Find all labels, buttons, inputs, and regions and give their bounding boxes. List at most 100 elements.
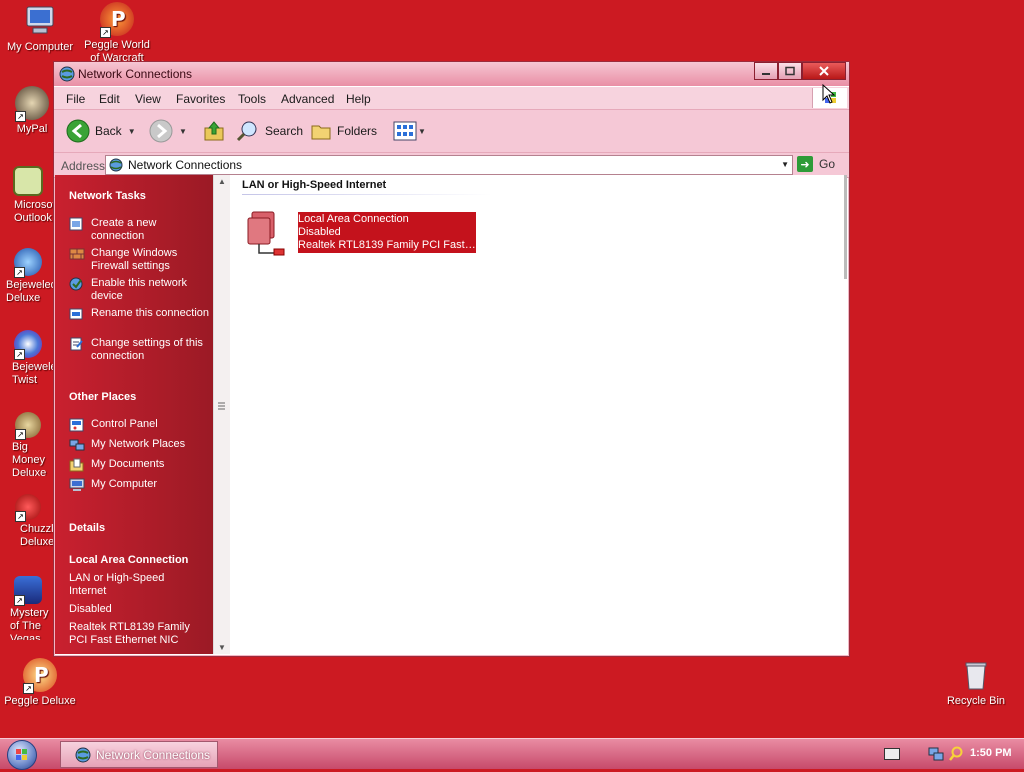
chevron-down-icon[interactable]: ▼	[418, 127, 426, 136]
place-label: My Computer	[91, 478, 158, 490]
lan-connection-icon[interactable]	[244, 208, 292, 256]
folders-button[interactable]: Folders	[310, 119, 377, 143]
maximize-button[interactable]	[778, 62, 802, 80]
menu-advanced[interactable]: Advanced	[281, 92, 334, 106]
go-label: Go	[819, 157, 836, 171]
group-header: LAN or High-Speed Internet	[242, 179, 387, 191]
address-value: Network Connections	[128, 158, 243, 172]
shortcut-arrow-icon: ↗	[14, 349, 25, 360]
control-panel-icon	[69, 418, 84, 432]
clock[interactable]: 1:50 PM	[970, 747, 1012, 759]
shortcut-arrow-icon: ↗	[14, 595, 25, 606]
desktop-icon-label: Mystery of The Vegas	[10, 607, 49, 640]
scroll-down-icon[interactable]: ▼	[218, 643, 226, 652]
toolbar: Back ▼ ▼ Search Folders ▼	[54, 110, 849, 153]
shortcut-arrow-icon: ↗	[15, 511, 26, 522]
taskbar-button-label: Network Connections	[96, 747, 211, 762]
shortcut-arrow-icon: ↗	[15, 111, 26, 122]
restore-icon	[785, 66, 795, 76]
go-arrow-icon: ➜	[797, 156, 813, 172]
desktop-icon-peggle-deluxe[interactable]: P ↗ Peggle Deluxe	[1, 658, 79, 708]
desktop-icon-label: Bejeweled Twist	[12, 361, 56, 386]
shortcut-arrow-icon: ↗	[15, 429, 26, 440]
task-label: Rename this connection	[91, 307, 210, 319]
peggle-icon: P ↗	[100, 2, 134, 38]
desktop-icon-label: Chuzzle Deluxe	[20, 523, 56, 548]
system-tray: 1:50 PM	[864, 739, 1024, 769]
network-status-icon[interactable]	[928, 746, 944, 762]
local-area-connection-item[interactable]: Local Area Connection Disabled Realtek R…	[298, 212, 476, 253]
chevron-down-icon[interactable]: ▼	[179, 127, 187, 136]
up-folder-button[interactable]	[202, 119, 226, 143]
place-my-computer[interactable]: My Computer	[69, 478, 209, 492]
desktop-icon-label: Big Money Deluxe	[12, 441, 47, 476]
views-button[interactable]: ▼	[393, 119, 426, 143]
documents-folder-icon	[69, 458, 84, 472]
desktop-icon-label: Peggle World of Warcraft	[84, 39, 150, 62]
folder-icon	[311, 125, 331, 140]
search-button[interactable]: Search	[236, 119, 303, 143]
bejeweled-twist-icon: ↗	[14, 330, 42, 360]
menu-view[interactable]: View	[135, 92, 161, 106]
scroll-up-icon[interactable]: ▲	[218, 177, 226, 186]
task-change-settings[interactable]: Change settings of this connection	[69, 337, 209, 363]
taskbar-button-network-connections[interactable]: Network Connections	[60, 741, 218, 768]
menu-tools[interactable]: Tools	[238, 92, 266, 106]
desktop-icon-peggle-wow[interactable]: P ↗ Peggle World of Warcraft	[78, 2, 156, 62]
address-field[interactable]: Network Connections ▼	[105, 155, 793, 175]
network-globe-icon	[75, 747, 91, 762]
task-firewall-settings[interactable]: Change Windows Firewall settings	[69, 247, 209, 273]
network-connections-window: Network Connections File Edit View Favor…	[53, 61, 850, 657]
task-enable-device[interactable]: Enable this network device	[69, 277, 209, 303]
place-my-network-places[interactable]: My Network Places	[69, 438, 209, 452]
task-pane-scrollbar[interactable]: ▲ ▼	[213, 175, 230, 654]
firewall-icon	[69, 248, 85, 260]
place-my-documents[interactable]: My Documents	[69, 458, 209, 472]
back-button[interactable]: Back ▼	[66, 119, 136, 143]
back-label: Back	[95, 124, 122, 138]
menu-favorites[interactable]: Favorites	[176, 92, 225, 106]
chuzzle-icon: ↗	[15, 494, 41, 522]
chevron-down-icon[interactable]: ▼	[781, 160, 789, 169]
computer-icon	[69, 478, 85, 491]
start-button[interactable]	[7, 740, 37, 770]
task-create-connection[interactable]: Create a new connection	[69, 217, 209, 243]
desktop-icon-chuzzle[interactable]: ↗ Chuzzle Deluxe	[0, 494, 56, 558]
mystery-icon: ↗	[14, 576, 42, 606]
svg-text:P: P	[34, 663, 49, 687]
rename-icon	[69, 308, 83, 320]
task-rename-connection[interactable]: Rename this connection	[69, 307, 209, 321]
menu-bar: File Edit View Favorites Tools Advanced …	[54, 86, 849, 110]
menu-help[interactable]: Help	[346, 92, 371, 106]
task-label: Create a new connection	[91, 217, 157, 242]
desktop-icon-my-computer[interactable]: My Computer	[1, 4, 79, 54]
desktop-icon-bejeweled-twist[interactable]: ↗ Bejeweled Twist	[0, 330, 56, 394]
forward-button[interactable]: ▼	[149, 119, 187, 143]
desktop-icon-bejeweled[interactable]: ↗ Bejeweled Deluxe	[0, 248, 56, 312]
menu-edit[interactable]: Edit	[99, 92, 120, 106]
close-button[interactable]	[802, 62, 846, 80]
content-scrollbar[interactable]	[844, 175, 847, 279]
desktop-icon-outlook[interactable]: Microsoft Outlook	[0, 166, 56, 230]
menu-file[interactable]: File	[66, 92, 85, 106]
desktop-icon-label: Recycle Bin	[946, 695, 1006, 707]
address-label: Address	[61, 159, 106, 173]
chevron-down-icon[interactable]: ▼	[128, 127, 136, 136]
up-folder-icon	[204, 121, 224, 141]
properties-icon	[70, 337, 83, 351]
task-label: Change settings of this connection	[91, 337, 203, 362]
desktop-icon-label: My Computer	[6, 41, 74, 53]
details-title: Details	[69, 522, 106, 534]
desktop-icon-recycle-bin[interactable]: Recycle Bin	[937, 658, 1015, 708]
desktop-icon-big-money[interactable]: ↗ Big Money Deluxe	[0, 412, 56, 476]
search-icon[interactable]	[948, 746, 964, 762]
minimize-button[interactable]	[754, 62, 778, 80]
minimize-icon	[762, 73, 770, 75]
title-bar[interactable]: Network Connections	[54, 62, 849, 86]
go-button[interactable]: ➜ Go	[797, 156, 835, 172]
keyboard-icon[interactable]	[884, 748, 900, 760]
desktop-icon-label: Bejeweled Deluxe	[6, 279, 56, 304]
place-control-panel[interactable]: Control Panel	[69, 418, 209, 432]
search-icon	[236, 121, 257, 142]
desktop-icon-mystery[interactable]: ↗ Mystery of The Vegas	[0, 576, 56, 640]
